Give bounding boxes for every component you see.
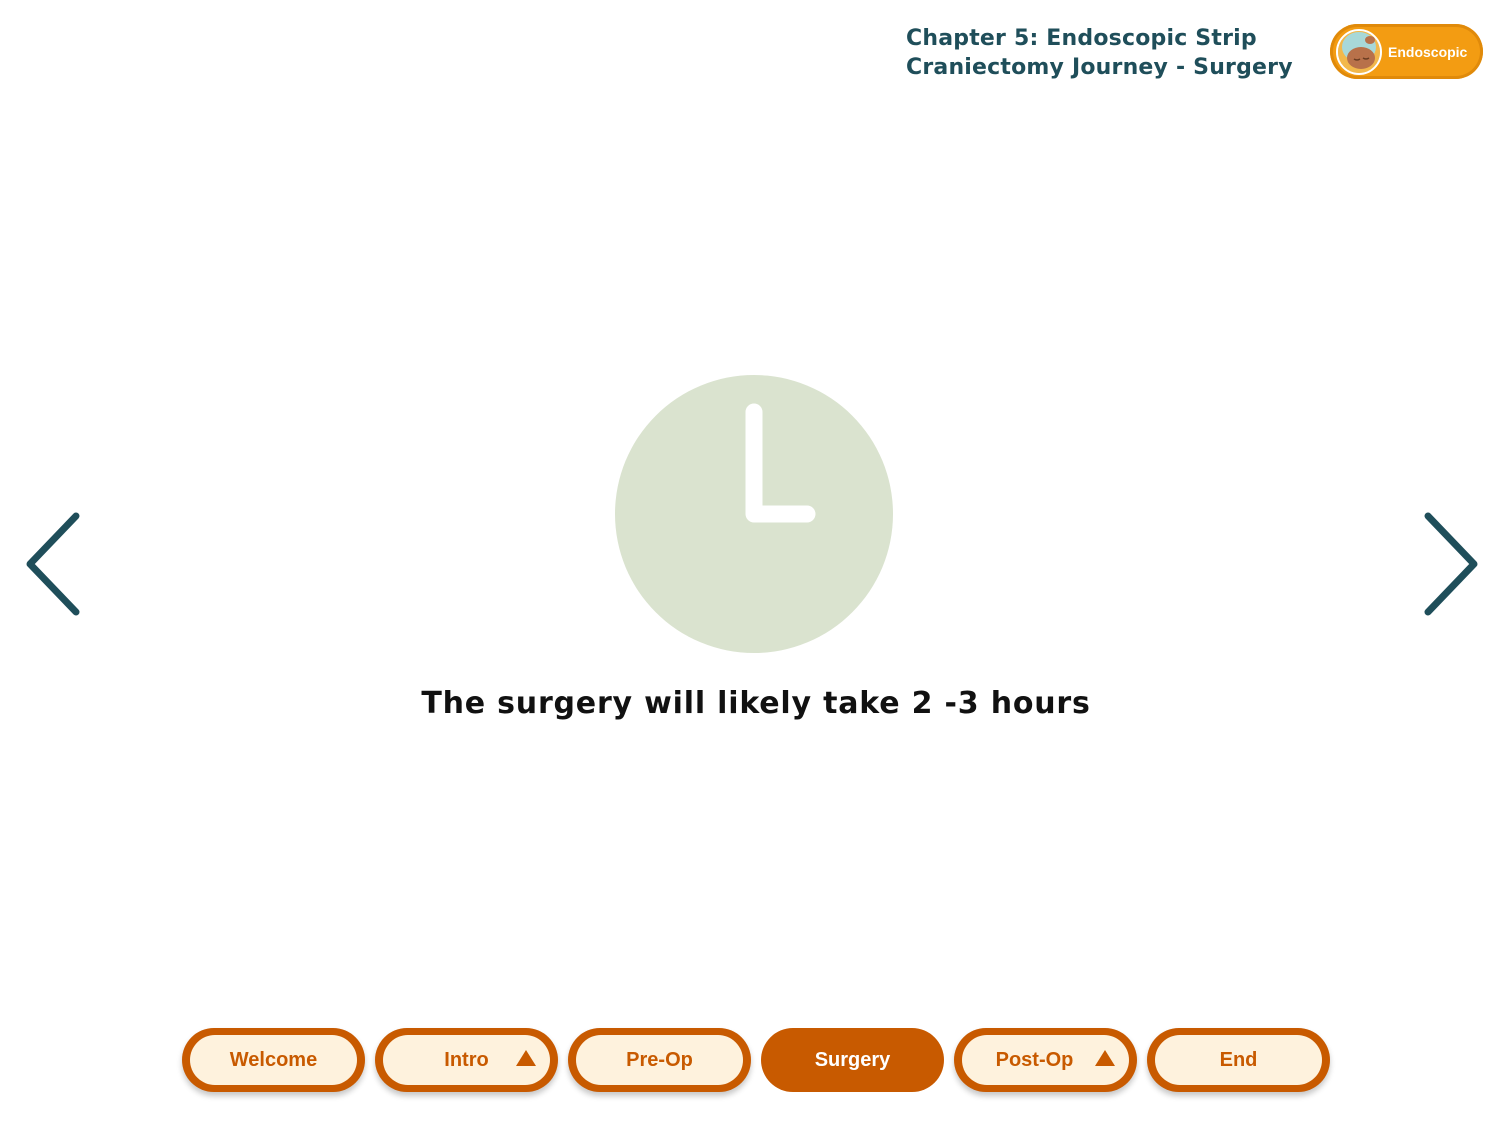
tab-pre-op[interactable]: Pre-Op	[568, 1028, 751, 1092]
tab-end[interactable]: End	[1147, 1028, 1330, 1092]
tab-label: Surgery	[814, 1048, 891, 1071]
baby-avatar-icon	[1336, 28, 1382, 75]
tab-label: Post-Op	[995, 1048, 1074, 1071]
triangle-up-icon[interactable]	[1095, 1050, 1115, 1066]
tab-label: Pre-Op	[626, 1048, 693, 1071]
chevron-left-icon	[26, 512, 80, 616]
tab-post-op[interactable]: Post-Op	[954, 1028, 1137, 1092]
badge-label: Endoscopic	[1388, 43, 1468, 60]
tab-surgery[interactable]: Surgery	[761, 1028, 944, 1092]
journey-badge[interactable]: Endoscopic	[1330, 24, 1483, 79]
slide-caption: The surgery will likely take 2 -3 hours	[421, 686, 1091, 721]
clock-icon	[614, 374, 894, 654]
tab-label: Welcome	[229, 1048, 318, 1071]
chapter-title-line-1: Chapter 5: Endoscopic Strip	[906, 26, 1257, 51]
chapter-title-line-2: Craniectomy Journey - Surgery	[906, 55, 1293, 80]
chevron-right-icon	[1424, 512, 1478, 616]
triangle-up-icon[interactable]	[516, 1050, 536, 1066]
slide-screen: Chapter 5: Endoscopic Strip Craniectomy …	[0, 0, 1512, 1129]
tab-welcome[interactable]: Welcome	[182, 1028, 365, 1092]
tab-label: Intro	[444, 1048, 489, 1071]
previous-slide-button[interactable]	[24, 510, 84, 618]
tab-label: End	[1219, 1048, 1258, 1071]
next-slide-button[interactable]	[1420, 510, 1480, 618]
chapter-title: Chapter 5: Endoscopic Strip Craniectomy …	[906, 24, 1306, 82]
chapter-tab-bar: Welcome Intro Pre-Op Surgery Post-Op End	[182, 1028, 1332, 1094]
tab-intro[interactable]: Intro	[375, 1028, 558, 1092]
